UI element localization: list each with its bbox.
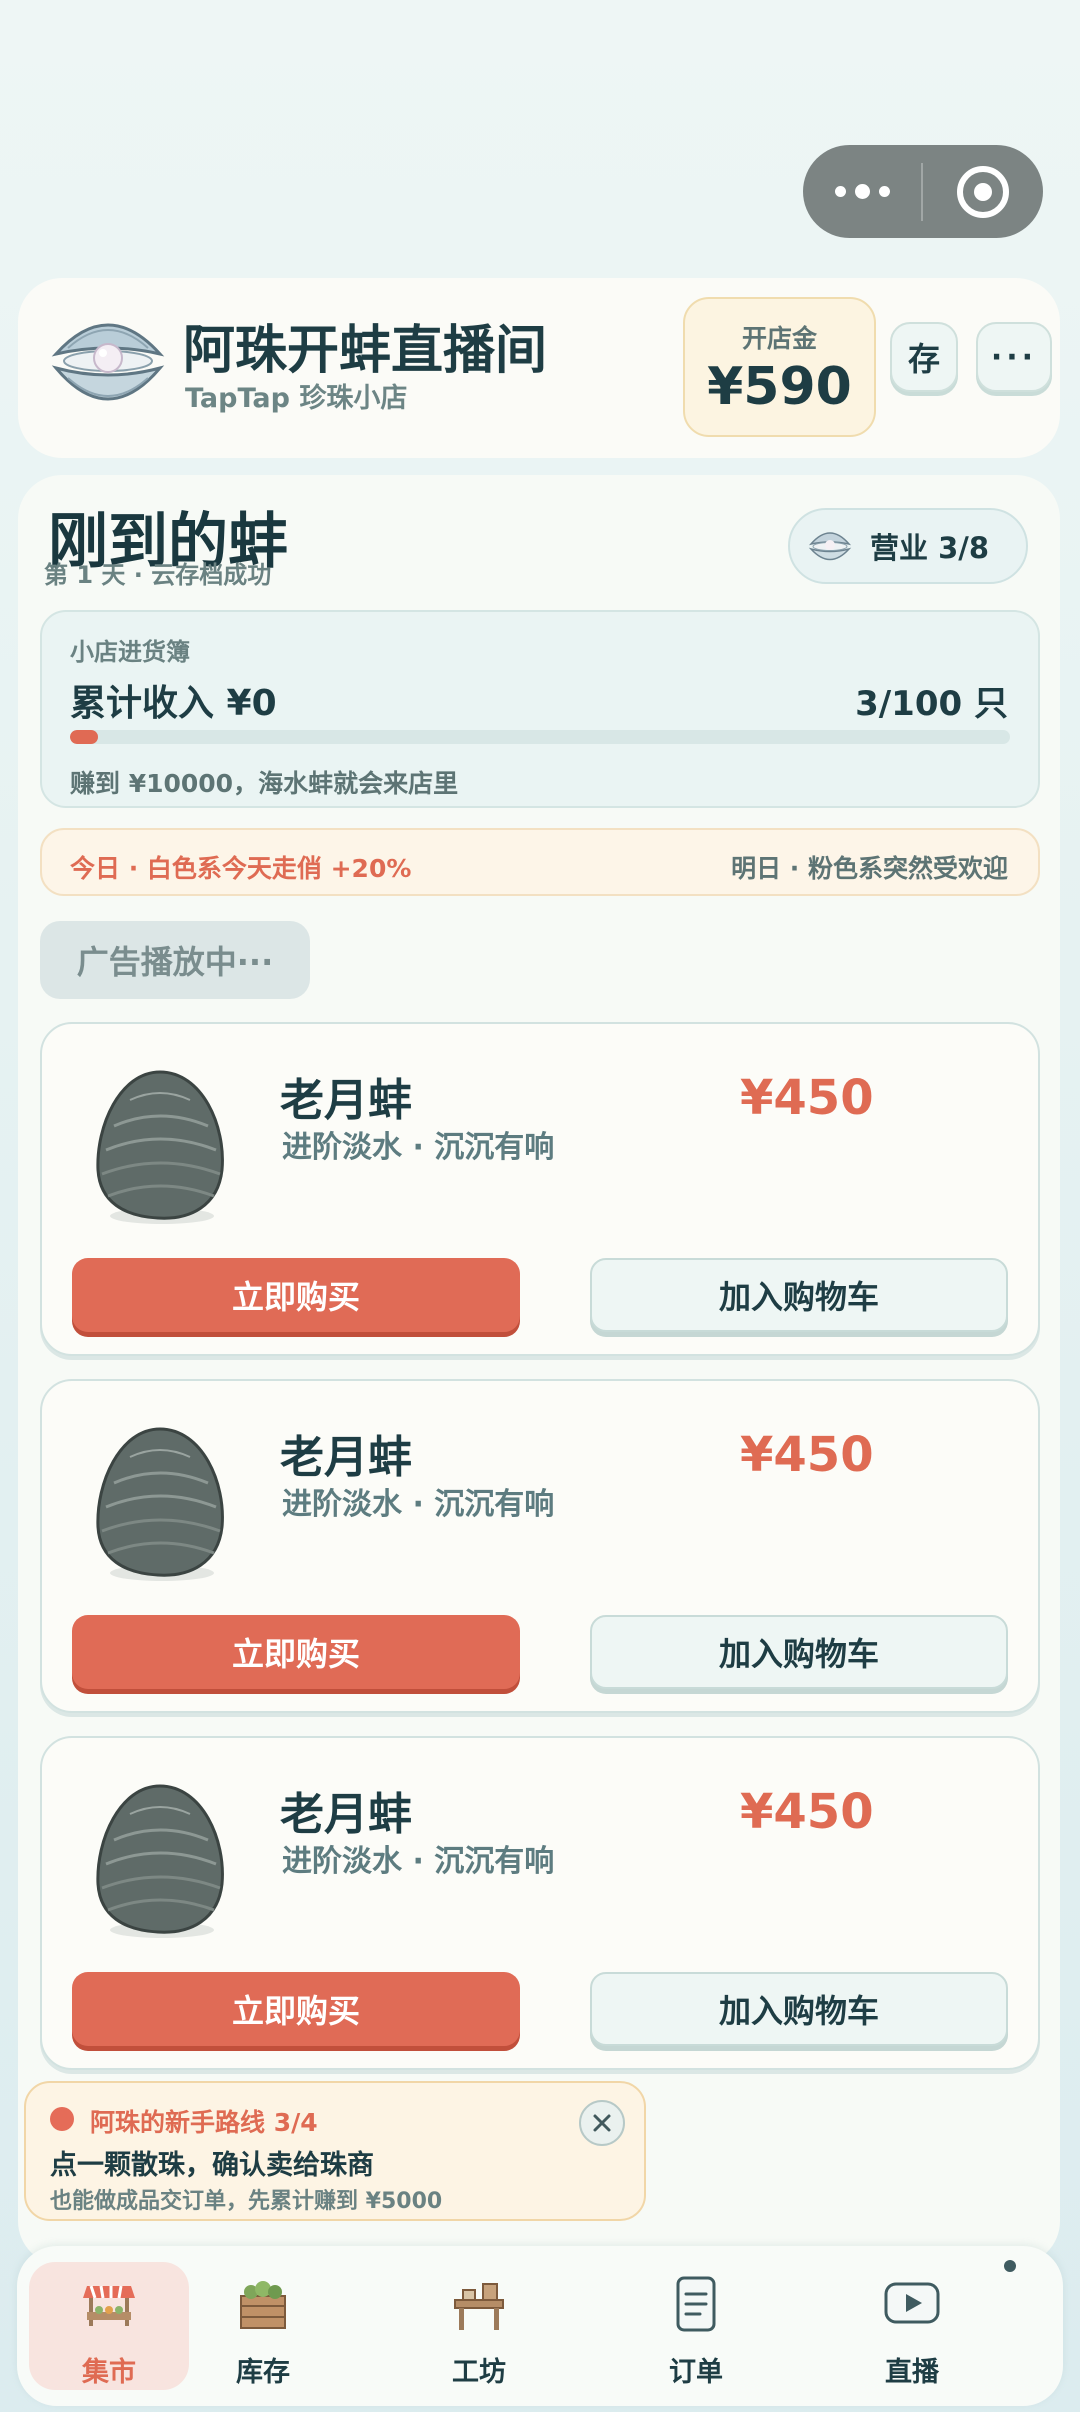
document-icon: [676, 2276, 716, 2332]
trend-banner: 今日 · 白色系今天走俏 +20% 明日 · 粉色系突然受欢迎: [40, 828, 1040, 896]
store-title: 阿珠开蚌直播间: [183, 321, 548, 381]
tab-live[interactable]: 直播: [832, 2262, 992, 2390]
business-status-label: 营业 3/8: [870, 531, 990, 565]
opening-fund-box: 开店金 ¥590: [683, 297, 876, 437]
pearl-shell-logo-icon: [51, 323, 165, 401]
mussel-image: [96, 1784, 224, 1938]
more-options-icon[interactable]: [803, 184, 921, 199]
tab-label: 集市: [82, 2357, 136, 2388]
guide-subtext: 也能做成品交订单，先累计赚到 ¥5000: [50, 2189, 443, 2214]
page-subtitle: 第 1 天 · 云存档成功: [44, 561, 272, 589]
product-description: 进阶淡水 · 沉沉有响: [282, 1844, 555, 1879]
trend-tomorrow: 明日 · 粉色系突然受欢迎: [731, 854, 1008, 883]
live-notification-dot: [1004, 2260, 1016, 2272]
tab-label: 订单: [669, 2357, 723, 2388]
product-name: 老月蚌: [280, 1432, 412, 1483]
trend-today: 今日 · 白色系今天走俏 +20%: [70, 854, 412, 883]
product-name: 老月蚌: [280, 1789, 412, 1840]
product-card: 老月蚌 进阶淡水 · 沉沉有响 ¥450 立即购买 加入购物车: [40, 1736, 1040, 2070]
product-name: 老月蚌: [280, 1075, 412, 1126]
miniprogram-capsule: [803, 145, 1043, 238]
ad-playing-button[interactable]: 广告播放中···: [40, 921, 310, 999]
guide-instruction: 点一颗散珠，确认卖给珠商: [50, 2150, 374, 2181]
shell-icon: [808, 532, 852, 561]
product-description: 进阶淡水 · 沉沉有响: [282, 1487, 555, 1522]
ledger-progress-bar: [70, 730, 1010, 744]
product-price: ¥450: [740, 1070, 874, 1126]
mussel-image: [96, 1427, 224, 1581]
market-stall-icon: [83, 2285, 135, 2326]
store-subtitle: TapTap 珍珠小店: [185, 383, 408, 414]
close-icon[interactable]: [579, 2100, 625, 2146]
beginner-guide-toast[interactable]: 阿珠的新手路线 3/4 点一颗散珠，确认卖给珠商 也能做成品交订单，先累计赚到 …: [24, 2081, 646, 2221]
product-card: 老月蚌 进阶淡水 · 沉沉有响 ¥450 立即购买 加入购物车: [40, 1379, 1040, 1713]
more-button[interactable]: ···: [976, 322, 1052, 392]
main-panel: 刚到的蚌 第 1 天 · 云存档成功 营业 3/8 小店进货簿 累计收入 ¥0 …: [18, 475, 1060, 2265]
live-video-icon: [884, 2282, 940, 2324]
crate-icon: [240, 2281, 286, 2329]
tab-orders[interactable]: 订单: [616, 2262, 776, 2390]
guide-indicator-dot: [50, 2107, 74, 2131]
product-card: 老月蚌 进阶淡水 · 沉沉有响 ¥450 立即购买 加入购物车: [40, 1022, 1040, 1356]
add-to-cart-button[interactable]: 加入购物车: [590, 1972, 1008, 2046]
bottom-tab-bar: 集市 库存 工坊 订单 直播: [17, 2246, 1063, 2406]
ledger-hint: 赚到 ¥10000，海水蚌就会来店里: [70, 769, 459, 798]
tab-label: 工坊: [452, 2357, 506, 2388]
buy-now-button[interactable]: 立即购买: [72, 1972, 520, 2046]
buy-now-button[interactable]: 立即购买: [72, 1258, 520, 1332]
tab-workshop[interactable]: 工坊: [399, 2262, 559, 2390]
product-price: ¥450: [740, 1427, 874, 1483]
ledger-income: 累计收入 ¥0: [70, 683, 277, 724]
fund-value: ¥590: [707, 357, 852, 417]
save-button[interactable]: 存: [890, 322, 958, 392]
tab-market[interactable]: 集市: [29, 2262, 189, 2390]
tab-label: 直播: [885, 2357, 939, 2388]
business-status-badge[interactable]: 营业 3/8: [788, 508, 1028, 584]
buy-now-button[interactable]: 立即购买: [72, 1615, 520, 1689]
ledger-title: 小店进货簿: [70, 638, 190, 666]
guide-title: 阿珠的新手路线 3/4: [90, 2108, 318, 2137]
add-to-cart-button[interactable]: 加入购物车: [590, 1615, 1008, 1689]
add-to-cart-button[interactable]: 加入购物车: [590, 1258, 1008, 1332]
product-description: 进阶淡水 · 沉沉有响: [282, 1130, 555, 1165]
product-price: ¥450: [740, 1784, 874, 1840]
close-miniprogram-icon[interactable]: [923, 165, 1043, 218]
mussel-image: [96, 1070, 224, 1224]
tab-inventory[interactable]: 库存: [183, 2262, 343, 2390]
ledger-progress-fill: [70, 730, 99, 744]
tab-label: 库存: [236, 2357, 290, 2388]
workbench-icon: [454, 2283, 504, 2330]
ledger-count: 3/100 只: [855, 684, 1008, 724]
store-header: 阿珠开蚌直播间 TapTap 珍珠小店 开店金 ¥590 存 ···: [18, 278, 1060, 458]
fund-label: 开店金: [741, 324, 817, 353]
stock-ledger: 小店进货簿 累计收入 ¥0 3/100 只 赚到 ¥10000，海水蚌就会来店里: [40, 610, 1040, 808]
